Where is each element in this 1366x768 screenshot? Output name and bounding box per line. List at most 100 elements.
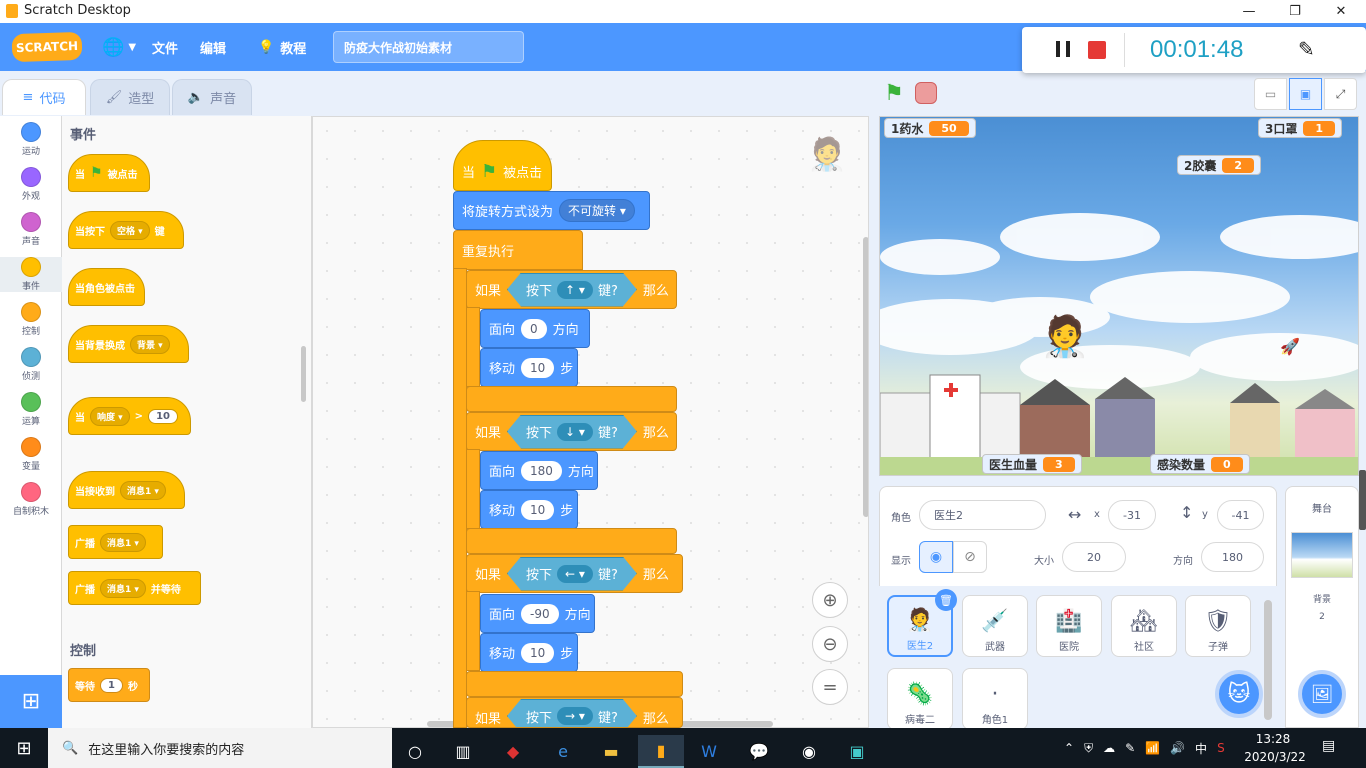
large-stage-button[interactable]: ▣ [1289,78,1322,110]
message-dropdown[interactable]: 消息1 ▾ [100,578,146,598]
if-block[interactable]: 如果 按下 ↑ ▾ 键? 那么 [466,270,677,309]
tutorials-menu[interactable]: 💡 教程 [258,25,306,69]
close-button[interactable]: ✕ [1318,0,1364,22]
start-button[interactable]: ⊞ [0,728,48,768]
file-explorer-icon[interactable]: ▬ [588,735,634,768]
scratch-task-icon[interactable]: ▮ [638,735,684,768]
wait-seconds-input[interactable]: 1 [100,677,123,693]
stop-record-button[interactable] [1088,41,1106,59]
key-dropdown[interactable]: ↓ ▾ [557,423,593,441]
sprite-tile[interactable]: 🛡 子弹 [1185,595,1251,657]
stop-button[interactable] [915,82,937,104]
message-dropdown[interactable]: 消息1 ▾ [100,532,146,552]
recorder-task-icon[interactable]: ▣ [834,735,880,768]
scratch-logo[interactable]: SCRATCH [11,31,83,63]
palette-when-loudness[interactable]: 当响度 ▾ >10 [68,397,191,435]
variable-monitor[interactable]: 1药水 50 [884,118,976,138]
palette-wait[interactable]: 等待 1 秒 [68,668,150,702]
key-pressed-sensor[interactable]: 按下 ↓ ▾ 键? [507,415,637,449]
zoom-reset-button[interactable]: = [812,669,848,705]
if-block[interactable]: 如果 按下 → ▾ 键? 那么 [466,697,683,728]
show-hidden-button[interactable]: ⊘ [953,541,987,573]
key-dropdown[interactable]: ← ▾ [557,565,593,583]
ime-indicator[interactable]: 中 [1195,740,1207,757]
if-block[interactable]: 如果 按下 ↓ ▾ 键? 那么 [466,412,677,451]
point-direction-block[interactable]: 面向 -90 方向 [480,594,595,633]
fullscreen-button[interactable]: ⤢ [1324,78,1357,110]
direction-input[interactable]: 0 [521,318,547,339]
taskbar-search[interactable]: 🔍 在这里输入你要搜索的内容 [48,728,392,768]
wps-icon[interactable]: ◆ [490,735,536,768]
size-input[interactable]: 20 [1062,542,1126,572]
pen-icon[interactable]: ✎ [1298,37,1315,61]
project-title-input[interactable]: 防疫大作战初始素材 [333,31,524,63]
key-dropdown[interactable]: 空格 ▾ [110,220,150,240]
sprite-tile[interactable]: · 角色1 [962,668,1028,730]
small-stage-button[interactable]: ▭ [1254,78,1287,110]
sprite-name-input[interactable]: 医生2 [919,500,1046,530]
palette-when-receive[interactable]: 当接收到 消息1 ▾ [68,471,185,509]
sprite-tile[interactable]: 🏘 社区 [1111,595,1177,657]
palette-when-flag-clicked[interactable]: 当 ⚑ 被点击 [68,154,150,192]
threshold-input[interactable]: 10 [148,408,178,424]
move-steps-block[interactable]: 移动 10 步 [480,490,578,529]
when-flag-clicked-block[interactable]: 当 ⚑ 被点击 [453,140,552,191]
sprite-list-scrollbar[interactable] [1264,600,1272,720]
wechat-icon[interactable]: 💬 [736,735,782,768]
tab-costumes[interactable]: 🖌 造型 [90,79,170,115]
message-dropdown[interactable]: 消息1 ▾ [120,480,166,500]
tab-code[interactable]: ≡ 代码 [2,79,86,115]
sprite-tile[interactable]: 💉 武器 [962,595,1028,657]
direction-input[interactable]: 180 [521,460,562,481]
set-rotation-style-block[interactable]: 将旋转方式设为 不可旋转 ▾ [453,191,650,230]
palette-broadcast[interactable]: 广播 消息1 ▾ [68,525,163,559]
backdrop-dropdown[interactable]: 背景 ▾ [130,334,170,354]
code-vscrollbar[interactable] [863,237,868,517]
chrome-icon[interactable]: ◉ [786,735,832,768]
cortana-icon[interactable]: ○ [392,735,438,768]
pen-tray-icon[interactable]: ✎ [1125,741,1135,755]
move-steps-block[interactable]: 移动 10 步 [480,348,578,387]
delete-sprite-button[interactable]: 🗑 [935,589,957,611]
sogou-icon[interactable]: S [1217,741,1225,755]
forever-block[interactable]: 重复执行 [453,230,583,270]
zoom-in-button[interactable]: ⊕ [812,582,848,618]
green-flag-button[interactable]: ⚑ [880,80,908,106]
variable-monitor[interactable]: 3口罩 1 [1258,118,1343,138]
y-input[interactable]: -41 [1217,500,1264,530]
stage[interactable]: 🧑‍⚕️ 🚀 [879,116,1359,476]
palette-when-sprite-clicked[interactable]: 当角色被点击 [68,268,145,306]
rocket-sprite[interactable]: 🚀 [1280,337,1300,356]
point-direction-block[interactable]: 面向 0 方向 [480,309,590,348]
task-view-icon[interactable]: ▥ [440,735,486,768]
right-edge-scrollbar[interactable] [1359,470,1366,530]
palette-when-backdrop-switches[interactable]: 当背景换成 背景 ▾ [68,325,189,363]
zoom-out-button[interactable]: ⊖ [812,626,848,662]
category-6[interactable]: 运算 [0,392,62,427]
category-0[interactable]: 运动 [0,122,62,157]
category-1[interactable]: 外观 [0,167,62,202]
category-5[interactable]: 侦测 [0,347,62,382]
cloud-icon[interactable]: ☁ [1103,741,1115,755]
doctor-sprite[interactable]: 🧑‍⚕️ [1040,313,1090,360]
variable-monitor[interactable]: 医生血量 3 [982,454,1082,474]
key-pressed-sensor[interactable]: 按下 ← ▾ 键? [507,557,637,591]
notification-icon[interactable]: ▤ [1322,738,1335,754]
clock-date[interactable]: 2020/3/22 [1240,750,1310,764]
direction-input[interactable]: -90 [521,603,559,624]
key-dropdown[interactable]: ↑ ▾ [557,281,593,299]
choose-sprite-button[interactable]: 🐱 [1215,670,1263,718]
category-8[interactable]: 自制积木 [0,482,62,517]
x-input[interactable]: -31 [1108,500,1156,530]
tab-sounds[interactable]: 🔈 声音 [172,79,252,115]
variable-monitor[interactable]: 2胶囊 2 [1177,155,1262,175]
edit-menu[interactable]: 编辑 [200,25,226,69]
steps-input[interactable]: 10 [521,499,555,520]
choose-backdrop-button[interactable]: 🖼 [1298,670,1346,718]
file-menu[interactable]: 文件 [152,25,178,69]
sprite-tile[interactable]: 🏥 医院 [1036,595,1102,657]
move-steps-block[interactable]: 移动 10 步 [480,633,578,672]
point-direction-block[interactable]: 面向 180 方向 [480,451,598,490]
key-pressed-sensor[interactable]: 按下 → ▾ 键? [507,699,637,728]
edge-icon[interactable]: e [540,735,586,768]
